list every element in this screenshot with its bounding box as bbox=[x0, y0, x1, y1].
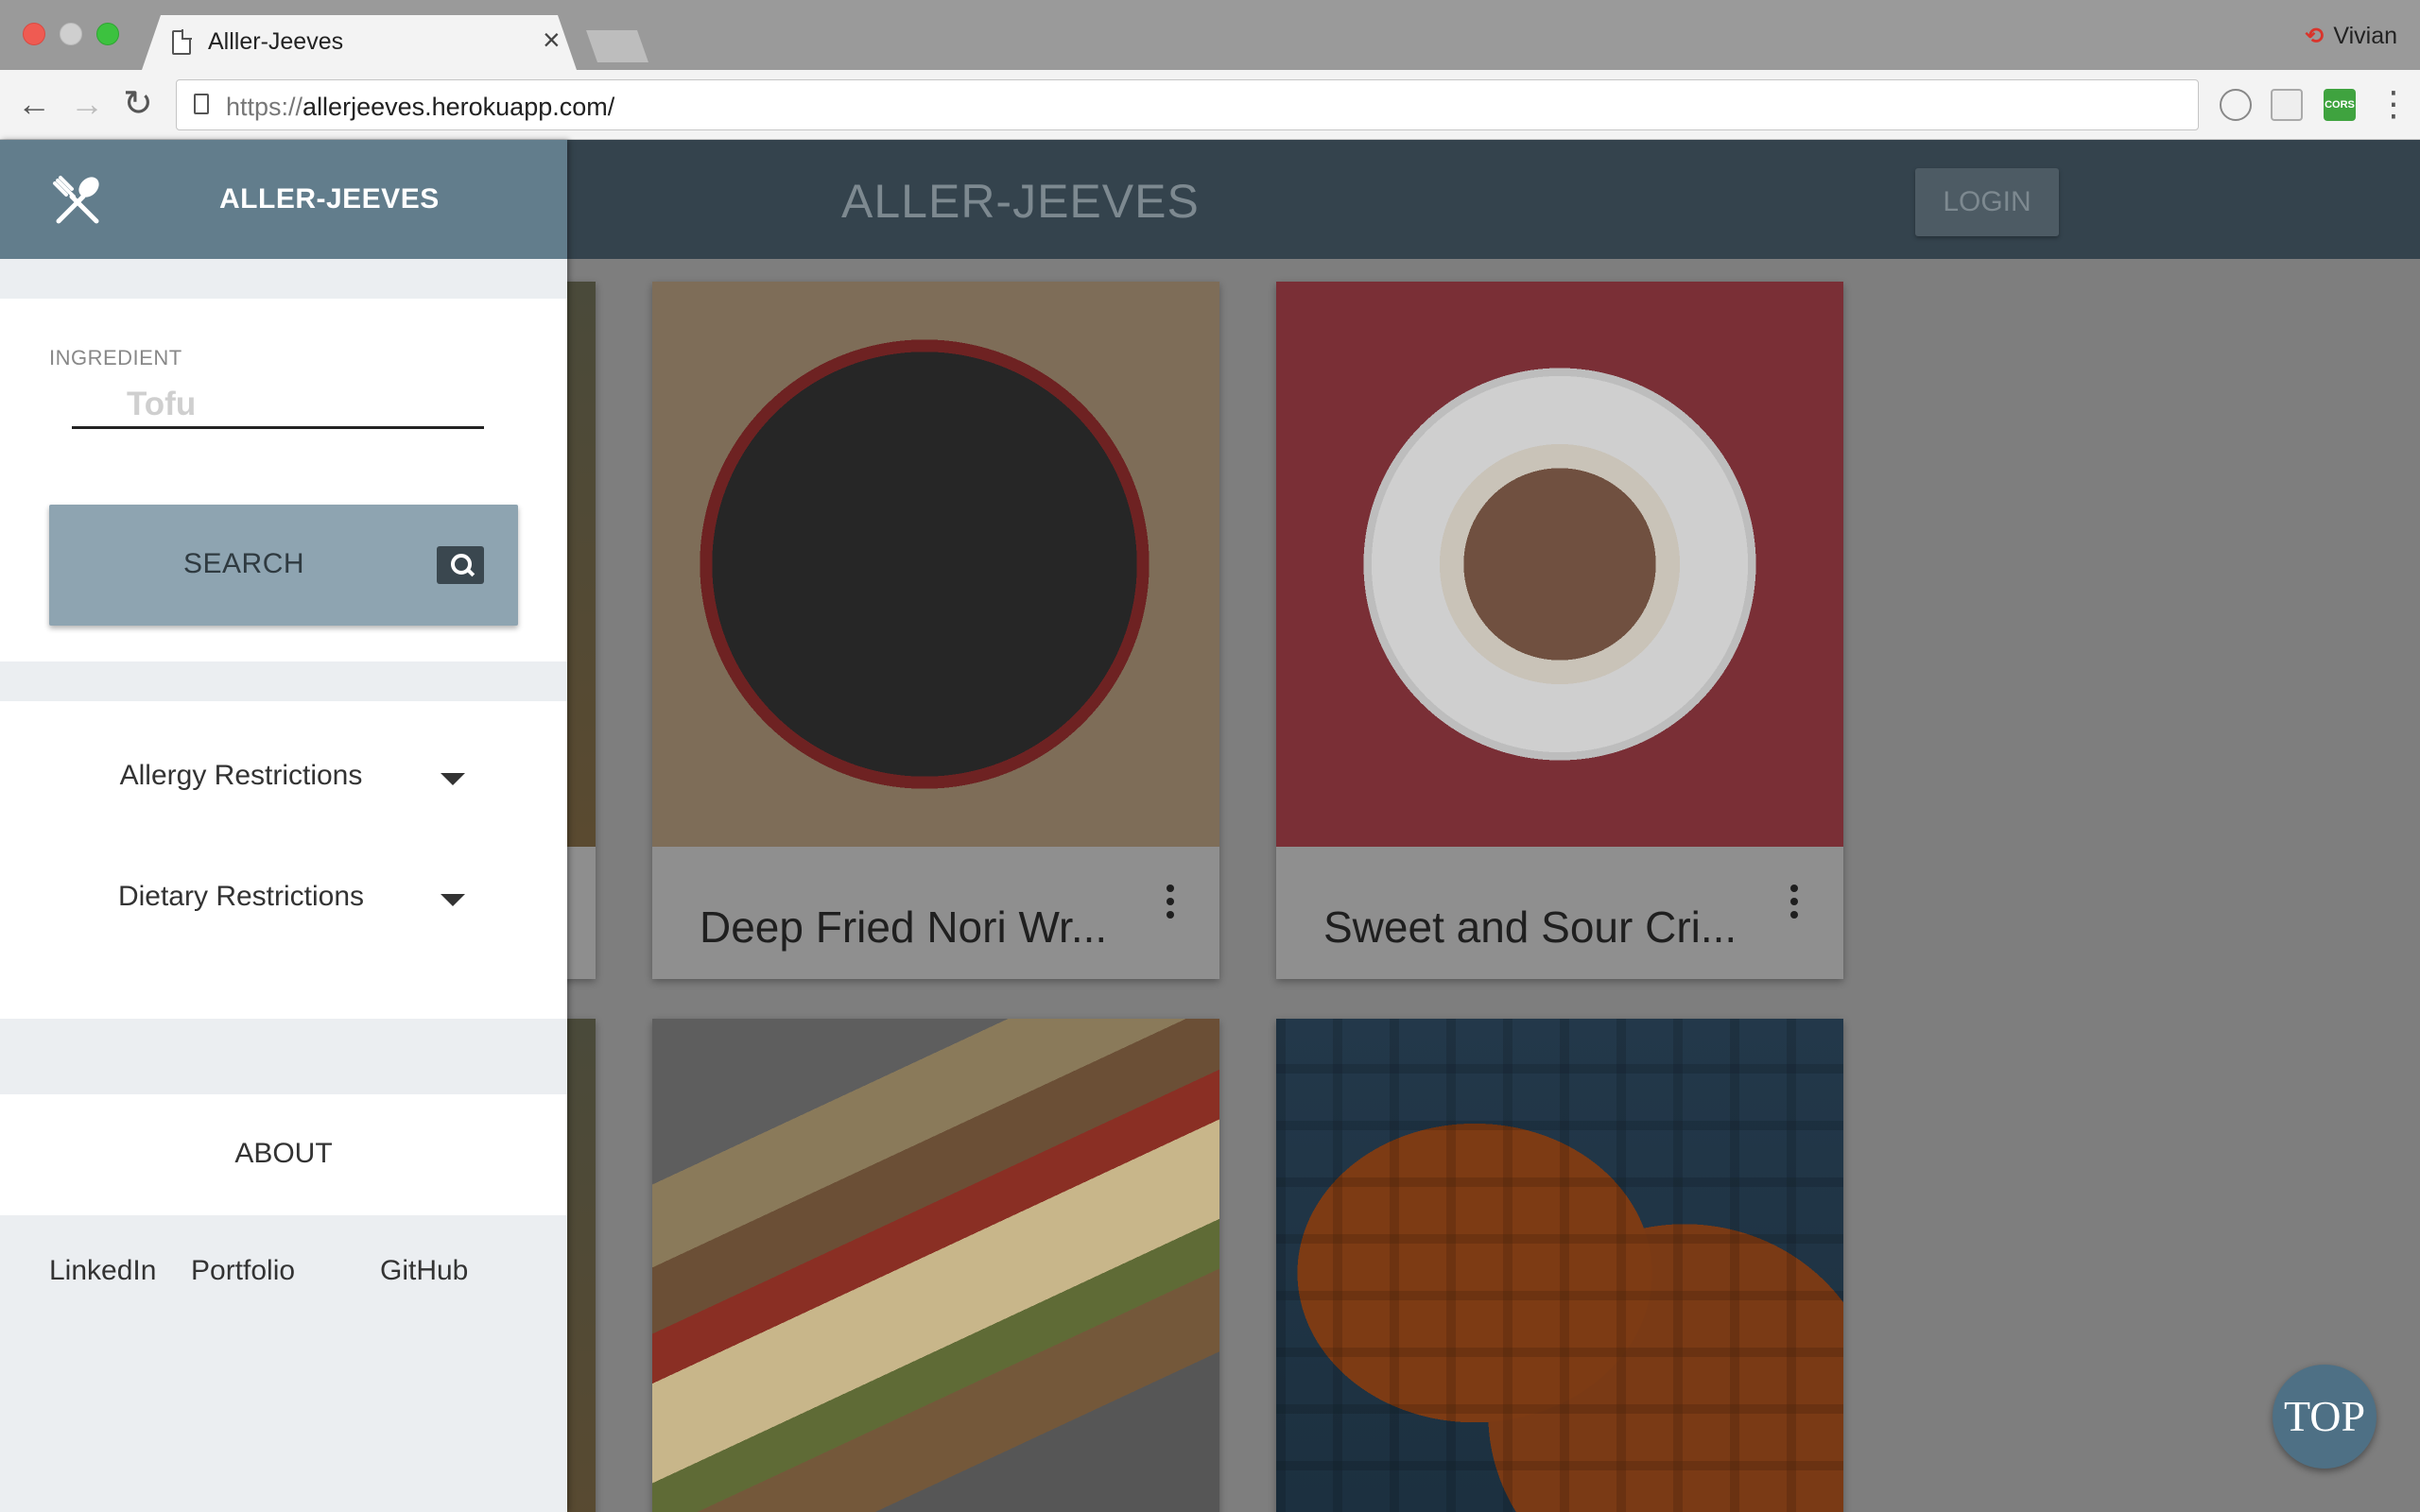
header-title: ALLER-JEEVES bbox=[841, 175, 1200, 228]
side-drawer: ALLER-JEEVES INGREDIENT SEARCH Allergy R… bbox=[0, 140, 567, 1512]
document-icon bbox=[172, 29, 192, 55]
portfolio-link[interactable]: Portfolio bbox=[191, 1255, 295, 1287]
sync-error-icon: ⟲ bbox=[2305, 24, 2325, 49]
extension-cors-icon[interactable]: CORS bbox=[2324, 89, 2356, 121]
more-vert-icon[interactable] bbox=[1790, 885, 1798, 924]
recipe-card[interactable] bbox=[652, 1019, 1219, 1512]
filter-panel: Allergy Restrictions Dietary Restriction… bbox=[0, 701, 567, 1019]
filter-label: Allergy Restrictions bbox=[119, 760, 363, 791]
extension-braces-icon[interactable] bbox=[2220, 89, 2252, 121]
profile-name: Vivian bbox=[2333, 23, 2397, 49]
browser-tabbar: Alller-Jeeves × ⟲ Vivian bbox=[0, 0, 2420, 70]
about-panel: ABOUT bbox=[0, 1094, 567, 1215]
ingredient-input[interactable] bbox=[72, 382, 484, 429]
forward-button[interactable]: → bbox=[70, 83, 104, 125]
drawer-brand[interactable]: ALLER-JEEVES bbox=[219, 183, 440, 215]
url-text: https://allerjeeves.herokuapp.com/ bbox=[226, 93, 614, 122]
recipe-card[interactable]: Deep Fried Nori Wr... bbox=[652, 282, 1219, 979]
card-footer: Sweet and Sour Cri... bbox=[1276, 847, 1843, 979]
filter-label: Dietary Restrictions bbox=[117, 881, 365, 912]
url-host: allerjeeves.herokuapp.com/ bbox=[302, 93, 615, 121]
ingredient-label: INGREDIENT bbox=[49, 346, 182, 369]
browser-toolbar: ← → ↻ https://allerjeeves.herokuapp.com/… bbox=[0, 70, 2420, 140]
extension-react-icon[interactable] bbox=[2271, 89, 2303, 121]
url-scheme: https:// bbox=[226, 93, 303, 121]
address-bar[interactable]: https://allerjeeves.herokuapp.com/ bbox=[176, 79, 2199, 130]
about-link[interactable]: ABOUT bbox=[0, 1138, 567, 1170]
maximize-window-button[interactable] bbox=[96, 23, 119, 45]
browser-menu-icon[interactable]: ⋮ bbox=[2377, 83, 2411, 125]
grilled-sandwich-photo bbox=[652, 1019, 1219, 1512]
recipe-card[interactable] bbox=[1276, 1019, 1843, 1512]
deep-fried-nori-photo bbox=[652, 282, 1219, 847]
drawer-header: ALLER-JEEVES bbox=[0, 140, 567, 259]
caret-down-icon bbox=[441, 773, 465, 785]
search-panel: INGREDIENT SEARCH bbox=[0, 299, 567, 662]
github-link[interactable]: GitHub bbox=[380, 1255, 468, 1287]
tab-title: Alller-Jeeves bbox=[208, 28, 344, 55]
sweet-and-sour-photo bbox=[1276, 282, 1843, 847]
recipe-card[interactable]: Sweet and Sour Cri... bbox=[1276, 282, 1843, 979]
browser-tab[interactable] bbox=[142, 15, 577, 70]
caret-down-icon bbox=[441, 894, 465, 906]
tofu-waffle-photo bbox=[1276, 1019, 1843, 1512]
linkedin-link[interactable]: LinkedIn bbox=[49, 1255, 156, 1287]
recipe-title[interactable]: Sweet and Sour Cri... bbox=[1323, 902, 1737, 953]
close-window-button[interactable] bbox=[23, 23, 45, 45]
scroll-top-button[interactable]: TOP bbox=[2273, 1365, 2377, 1469]
search-icon bbox=[437, 546, 484, 584]
card-footer: Deep Fried Nori Wr... bbox=[652, 847, 1219, 979]
external-links: LinkedIn Portfolio GitHub bbox=[0, 1255, 567, 1312]
new-tab-button[interactable] bbox=[586, 30, 648, 62]
tab-close-button[interactable]: × bbox=[543, 25, 561, 55]
minimize-window-button[interactable] bbox=[60, 23, 82, 45]
search-label: SEARCH bbox=[183, 548, 305, 579]
reload-button[interactable]: ↻ bbox=[123, 83, 153, 125]
search-button[interactable]: SEARCH bbox=[49, 505, 518, 626]
back-button[interactable]: ← bbox=[17, 83, 51, 125]
recipe-title[interactable]: Deep Fried Nori Wr... bbox=[700, 902, 1107, 953]
allergy-restrictions-dropdown[interactable]: Allergy Restrictions bbox=[0, 750, 567, 807]
profile-button[interactable]: ⟲ Vivian bbox=[2305, 23, 2397, 50]
dietary-restrictions-dropdown[interactable]: Dietary Restrictions bbox=[0, 871, 567, 928]
utensils-icon bbox=[53, 176, 99, 224]
page-info-icon[interactable] bbox=[194, 94, 209, 114]
login-button[interactable]: LOGIN bbox=[1915, 168, 2059, 236]
more-vert-icon[interactable] bbox=[1167, 885, 1174, 924]
